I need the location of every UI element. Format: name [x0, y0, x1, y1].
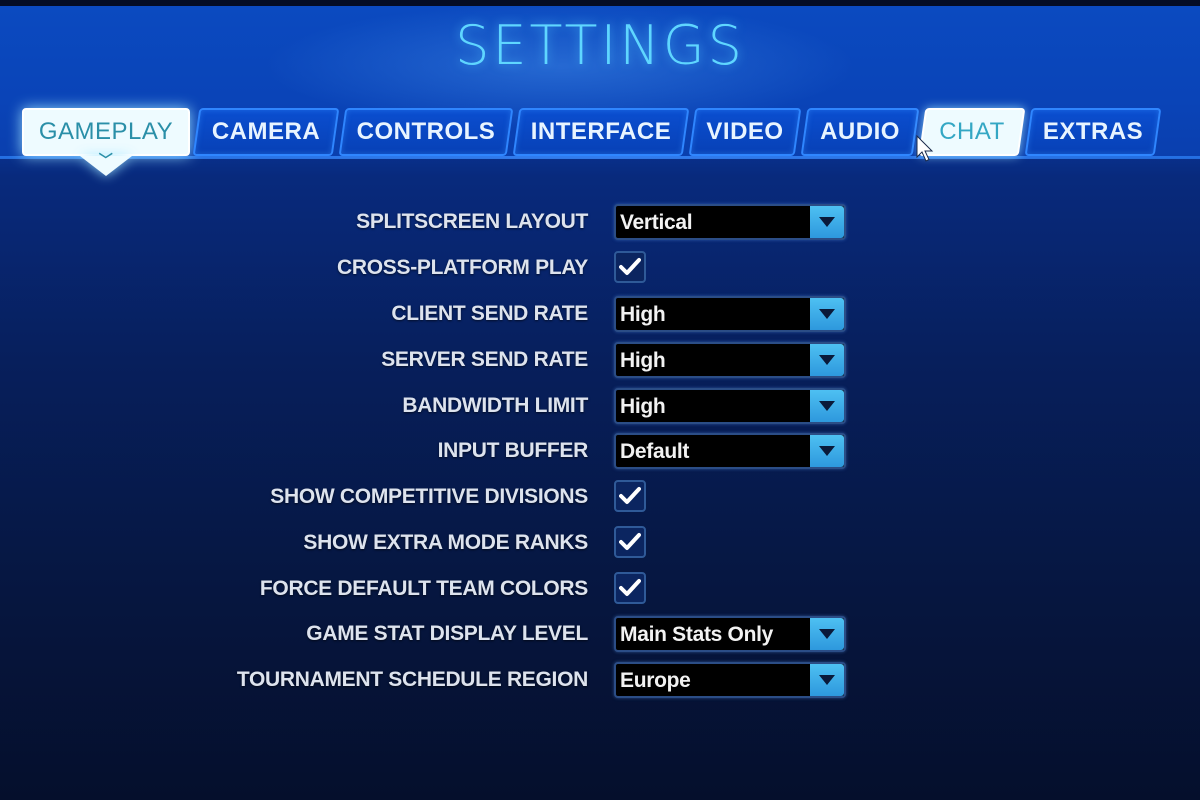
tab-camera[interactable]: CAMERA — [192, 108, 340, 156]
setting-row-bandwidth-limit: BANDWIDTH LIMIT High — [0, 388, 1200, 424]
setting-row-force-default-team-colors: FORCE DEFAULT TEAM COLORS — [0, 571, 1200, 607]
dropdown-arrow-icon — [810, 344, 844, 376]
tab-label: CAMERA — [211, 118, 321, 145]
setting-label: GAME STAT DISPLAY LEVEL — [306, 622, 588, 645]
tab-bar-divider — [0, 156, 1200, 159]
setting-label: CROSS-PLATFORM PLAY — [337, 256, 588, 279]
setting-row-client-send-rate: CLIENT SEND RATE High — [0, 296, 1200, 332]
server-send-rate-dropdown[interactable]: High — [614, 342, 846, 378]
cross-platform-play-checkbox[interactable] — [614, 251, 646, 283]
dropdown-value: High — [620, 303, 666, 326]
checkmark-icon — [619, 258, 641, 275]
settings-tab-bar: GAMEPLAY ﹀ CAMERA CONTROLS INTERFACE VID… — [22, 108, 1162, 176]
tab-audio[interactable]: AUDIO — [800, 108, 920, 156]
tab-label: CONTROLS — [356, 118, 496, 145]
tab-label: VIDEO — [706, 118, 784, 145]
tab-gameplay[interactable]: GAMEPLAY ﹀ — [22, 108, 190, 176]
tournament-schedule-region-dropdown[interactable]: Europe — [614, 662, 846, 698]
tab-controls[interactable]: CONTROLS — [338, 108, 514, 156]
dropdown-value: Europe — [620, 669, 691, 692]
tab-interface[interactable]: INTERFACE — [512, 108, 690, 156]
setting-label: BANDWIDTH LIMIT — [402, 394, 588, 417]
dropdown-arrow-icon — [810, 298, 844, 330]
tab-video[interactable]: VIDEO — [688, 108, 802, 156]
dropdown-arrow-icon — [810, 206, 844, 238]
checkmark-icon — [619, 579, 641, 596]
setting-label: TOURNAMENT SCHEDULE REGION — [236, 668, 588, 691]
setting-label: SERVER SEND RATE — [381, 348, 588, 371]
tab-extras[interactable]: EXTRAS — [1024, 108, 1162, 156]
dropdown-value: Vertical — [620, 211, 693, 234]
force-default-team-colors-checkbox[interactable] — [614, 572, 646, 604]
setting-row-splitscreen-layout: SPLITSCREEN LAYOUT Vertical — [0, 204, 1200, 240]
setting-label: CLIENT SEND RATE — [391, 302, 588, 325]
setting-label: SHOW EXTRA MODE RANKS — [303, 531, 588, 554]
dropdown-arrow-icon — [810, 435, 844, 467]
setting-row-server-send-rate: SERVER SEND RATE High — [0, 342, 1200, 378]
dropdown-arrow-icon — [810, 664, 844, 696]
tab-label: CHAT — [939, 118, 1005, 145]
setting-label: SHOW COMPETITIVE DIVISIONS — [270, 485, 588, 508]
mouse-cursor-icon — [916, 135, 934, 162]
setting-label: FORCE DEFAULT TEAM COLORS — [259, 577, 588, 600]
setting-row-cross-platform-play: CROSS-PLATFORM PLAY — [0, 250, 1200, 286]
setting-label: SPLITSCREEN LAYOUT — [356, 210, 588, 233]
tab-label: AUDIO — [820, 118, 900, 145]
setting-row-tournament-schedule-region: TOURNAMENT SCHEDULE REGION Europe — [0, 662, 1200, 698]
checkmark-icon — [619, 487, 641, 504]
client-send-rate-dropdown[interactable]: High — [614, 296, 846, 332]
dropdown-value: High — [620, 349, 666, 372]
setting-row-show-extra-mode-ranks: SHOW EXTRA MODE RANKS — [0, 525, 1200, 561]
setting-row-show-competitive-divisions: SHOW COMPETITIVE DIVISIONS — [0, 479, 1200, 515]
dropdown-arrow-icon — [810, 618, 844, 650]
input-buffer-dropdown[interactable]: Default — [614, 433, 846, 469]
bandwidth-limit-dropdown[interactable]: High — [614, 388, 846, 424]
checkmark-icon — [619, 533, 641, 550]
setting-row-game-stat-display-level: GAME STAT DISPLAY LEVEL Main Stats Only — [0, 616, 1200, 652]
show-extra-mode-ranks-checkbox[interactable] — [614, 526, 646, 558]
chevron-down-icon: ﹀ — [98, 152, 114, 168]
show-competitive-divisions-checkbox[interactable] — [614, 480, 646, 512]
tab-label: EXTRAS — [1042, 118, 1144, 145]
setting-label: INPUT BUFFER — [437, 439, 589, 462]
dropdown-arrow-icon — [810, 390, 844, 422]
game-stat-display-level-dropdown[interactable]: Main Stats Only — [614, 616, 846, 652]
dropdown-value: Default — [620, 440, 690, 463]
tab-label: GAMEPLAY — [38, 118, 174, 145]
dropdown-value: Main Stats Only — [620, 623, 774, 646]
tab-label: INTERFACE — [530, 118, 672, 145]
splitscreen-layout-dropdown[interactable]: Vertical — [614, 204, 846, 240]
page-title: SETTINGS — [455, 14, 745, 77]
tab-chat[interactable]: CHAT — [918, 108, 1026, 156]
setting-row-input-buffer: INPUT BUFFER Default — [0, 433, 1200, 469]
dropdown-value: High — [620, 395, 666, 418]
